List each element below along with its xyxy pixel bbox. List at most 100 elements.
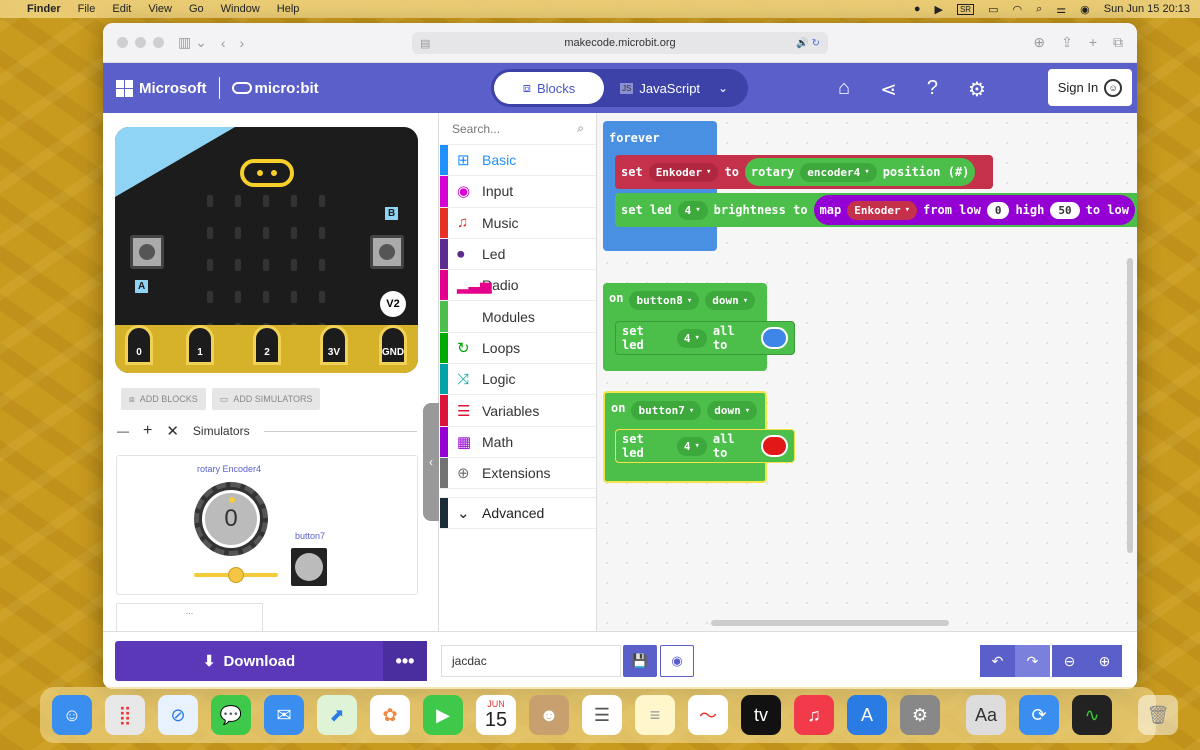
- mini-sim-card[interactable]: ...: [116, 603, 263, 633]
- set-variable-block[interactable]: set Enkoder to rotary encoder4 position …: [615, 155, 993, 189]
- microbit-board[interactable]: A B V2 0 1 2 3V GND: [115, 127, 418, 373]
- encoder-slider[interactable]: [194, 567, 278, 583]
- reminders-icon[interactable]: ☰: [582, 695, 622, 735]
- zoom-out-button[interactable]: ⊖: [1052, 645, 1087, 677]
- minus-icon[interactable]: —: [117, 424, 129, 438]
- status-circle-icon[interactable]: ●: [914, 3, 921, 15]
- led-dropdown[interactable]: 4: [676, 328, 707, 348]
- calendar-icon[interactable]: JUN 15: [476, 695, 516, 735]
- board-button-a[interactable]: [130, 235, 164, 269]
- close-icon[interactable]: ✕: [166, 422, 179, 440]
- button7-dropdown[interactable]: button7: [631, 401, 702, 420]
- facetime-icon[interactable]: ▶: [423, 695, 463, 735]
- touch-logo[interactable]: [240, 159, 294, 187]
- photos-icon[interactable]: ✿: [370, 695, 410, 735]
- safari-icon[interactable]: ⊘: [158, 695, 198, 735]
- pin-1[interactable]: 1: [186, 325, 214, 365]
- share-icon[interactable]: ⇪: [1061, 34, 1073, 51]
- button8-dropdown[interactable]: button8: [629, 291, 700, 310]
- wifi-icon[interactable]: ◠: [1012, 3, 1022, 16]
- control-center-icon[interactable]: ⚌: [1056, 3, 1066, 16]
- undo-button[interactable]: ↶: [980, 645, 1015, 677]
- migration-icon[interactable]: ⟳: [1019, 695, 1059, 735]
- led-dropdown[interactable]: 4: [677, 200, 708, 220]
- menubar-clock[interactable]: Sun Jun 15 20:13: [1104, 3, 1190, 15]
- encoder-position-block[interactable]: rotary encoder4 position (#): [744, 158, 976, 186]
- add-blocks-button[interactable]: ⧈ ADD BLOCKS: [121, 388, 206, 410]
- pin-3v[interactable]: 3V: [320, 325, 348, 365]
- led-dropdown[interactable]: 4: [676, 436, 707, 456]
- menu-window[interactable]: Window: [221, 3, 260, 15]
- down-dropdown[interactable]: down: [705, 291, 756, 310]
- vertical-scrollbar[interactable]: [1127, 258, 1133, 553]
- project-name-input[interactable]: jacdac: [441, 645, 621, 677]
- tab-javascript[interactable]: JS JavaScript: [620, 81, 700, 96]
- messages-icon[interactable]: 💬: [211, 695, 251, 735]
- add-simulators-button[interactable]: ▭ ADD SIMULATORS: [211, 388, 321, 410]
- redo-button[interactable]: ↷: [1015, 645, 1050, 677]
- menu-finder[interactable]: Finder: [27, 3, 61, 15]
- set-led-color-red-block[interactable]: set led 4 all to: [615, 429, 795, 463]
- microsoft-logo[interactable]: Microsoft: [116, 79, 207, 97]
- gear-icon[interactable]: ⚙: [968, 77, 986, 102]
- map-variable-dropdown[interactable]: Enkoder: [847, 200, 918, 220]
- page-settings-icon[interactable]: ▤: [420, 37, 430, 50]
- toolbox-advanced[interactable]: ⌄ Advanced: [440, 497, 596, 530]
- collapse-simulator-button[interactable]: ‹: [423, 403, 439, 521]
- variable-dropdown[interactable]: Enkoder: [648, 162, 719, 182]
- down-dropdown[interactable]: down: [707, 401, 758, 420]
- from-high-input[interactable]: 50: [1050, 201, 1080, 219]
- toolbox-category-radio[interactable]: ▂▃▅ Radio: [440, 270, 596, 302]
- sidebar-icon[interactable]: ▥ ⌄: [178, 34, 207, 51]
- sr-badge[interactable]: SR: [956, 3, 975, 15]
- contacts-icon[interactable]: ☻: [529, 695, 569, 735]
- music-icon[interactable]: ♫: [794, 695, 834, 735]
- launchpad-icon[interactable]: ⣿: [105, 695, 145, 735]
- freeform-icon[interactable]: 〜: [688, 695, 728, 735]
- new-tab-icon[interactable]: +: [1089, 34, 1097, 51]
- activity-monitor-icon[interactable]: ∿: [1072, 695, 1112, 735]
- from-low-input[interactable]: 0: [986, 201, 1010, 219]
- pin-gnd[interactable]: GND: [379, 325, 407, 365]
- map-block[interactable]: map Enkoder from low 0 high 50 to low: [813, 195, 1135, 225]
- toolbox-category-logic[interactable]: ⤨ Logic: [440, 364, 596, 396]
- zoom-window-button[interactable]: [153, 37, 164, 48]
- spotlight-icon[interactable]: ⌕: [1036, 3, 1042, 16]
- microbit-logo[interactable]: micro:bit: [231, 80, 319, 97]
- board-button-b[interactable]: [370, 235, 404, 269]
- appletv-icon[interactable]: tv: [741, 695, 781, 735]
- set-led-color-blue-block[interactable]: set led 4 all to: [615, 321, 795, 355]
- home-icon[interactable]: ⌂: [838, 77, 850, 102]
- back-icon[interactable]: ‹: [221, 35, 226, 51]
- finder-icon[interactable]: ☺: [52, 695, 92, 735]
- color-swatch-blue[interactable]: [760, 327, 788, 349]
- toolbox-category-basic[interactable]: ⊞ Basic: [440, 145, 596, 177]
- forward-icon[interactable]: ›: [240, 35, 245, 51]
- rotary-encoder-knob[interactable]: 0: [194, 482, 268, 556]
- sign-in-button[interactable]: Sign In ☺: [1048, 69, 1132, 106]
- zoom-in-button[interactable]: ⊕: [1087, 645, 1122, 677]
- mail-icon[interactable]: ✉: [264, 695, 304, 735]
- audio-reload-icon[interactable]: 🔊 ↻: [796, 38, 820, 49]
- save-button[interactable]: 💾: [623, 645, 657, 677]
- pin-0[interactable]: 0: [125, 325, 153, 365]
- menu-help[interactable]: Help: [277, 3, 300, 15]
- appstore-icon[interactable]: A: [847, 695, 887, 735]
- trash-icon[interactable]: 🗑: [1138, 695, 1178, 735]
- share-icon[interactable]: ⋖: [880, 77, 897, 102]
- play-icon[interactable]: ▶: [934, 3, 942, 16]
- download-button[interactable]: ⬇ Download •••: [115, 641, 427, 681]
- menu-edit[interactable]: Edit: [112, 3, 131, 15]
- more-options-button[interactable]: •••: [383, 641, 427, 681]
- system-settings-icon[interactable]: ⚙: [900, 695, 940, 735]
- button7-sim[interactable]: [291, 548, 327, 586]
- chevron-down-icon[interactable]: ⌄: [718, 81, 728, 95]
- github-button[interactable]: ◉: [660, 645, 694, 677]
- set-led-brightness-block[interactable]: set led 4 brightness to map Enkoder from…: [615, 193, 1137, 227]
- toolbox-category-led[interactable]: ⏺ Led: [440, 238, 596, 271]
- encoder-dropdown[interactable]: encoder4: [800, 162, 877, 182]
- maps-icon[interactable]: ⬈: [317, 695, 357, 735]
- minimize-window-button[interactable]: [135, 37, 146, 48]
- close-window-button[interactable]: [117, 37, 128, 48]
- toolbox-category-math[interactable]: ▦ Math: [440, 426, 596, 458]
